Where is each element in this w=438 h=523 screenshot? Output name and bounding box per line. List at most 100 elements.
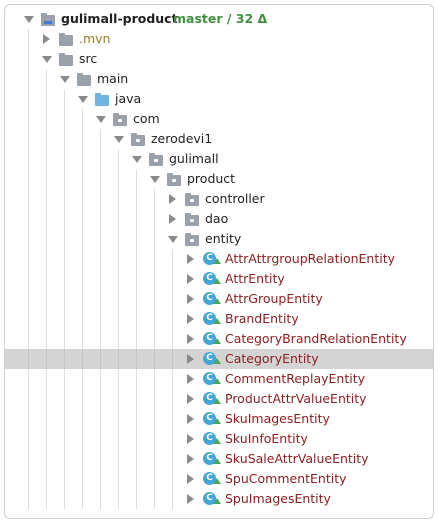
chevron-right-icon[interactable] xyxy=(169,194,176,204)
indent-guide xyxy=(118,309,119,329)
package-icon xyxy=(167,173,181,186)
chevron-down-icon[interactable] xyxy=(24,16,34,23)
tree-node-label: AttrGroupEntity xyxy=(225,291,323,306)
indent-guide xyxy=(136,329,137,349)
tree-node-attr-entity[interactable]: C AttrEntity xyxy=(5,269,433,289)
chevron-right-icon[interactable] xyxy=(187,314,194,324)
indent-guide xyxy=(154,429,155,449)
indent-guide xyxy=(154,189,155,209)
indent-guide xyxy=(46,349,47,369)
indent-guide xyxy=(64,429,65,449)
indent-guide xyxy=(136,449,137,469)
package-icon xyxy=(185,193,199,206)
tree-node-dao[interactable]: dao xyxy=(5,209,433,229)
tree-node-brand-entity[interactable]: C BrandEntity xyxy=(5,309,433,329)
indent-guide xyxy=(82,409,83,429)
chevron-right-icon[interactable] xyxy=(169,214,176,224)
chevron-down-icon[interactable] xyxy=(132,156,142,163)
chevron-down-icon[interactable] xyxy=(150,176,160,183)
tree-node-comment-replay-entity[interactable]: C CommentReplayEntity xyxy=(5,369,433,389)
indent-guide xyxy=(64,169,65,189)
tree-node-product-attr-value-entity[interactable]: C ProductAttrValueEntity xyxy=(5,389,433,409)
tree-node-sku-images-entity[interactable]: C SkuImagesEntity xyxy=(5,409,433,429)
chevron-down-icon[interactable] xyxy=(42,56,52,63)
indent-guide xyxy=(172,349,173,369)
tree-node-main[interactable]: main xyxy=(5,69,433,89)
indent-guide xyxy=(46,249,47,269)
chevron-right-icon[interactable] xyxy=(187,274,194,284)
tree-node-product[interactable]: product xyxy=(5,169,433,189)
indent-guide xyxy=(46,469,47,489)
indent-guide xyxy=(28,89,29,109)
indent-guide xyxy=(100,289,101,309)
indent-guide xyxy=(154,409,155,429)
spring-bean-badge-icon xyxy=(213,398,221,404)
spring-bean-badge-icon xyxy=(213,258,221,264)
tree-node-label: gulimall xyxy=(169,151,219,166)
chevron-right-icon[interactable] xyxy=(187,294,194,304)
chevron-right-icon[interactable] xyxy=(187,434,194,444)
tree-node-label: AttrEntity xyxy=(225,271,285,286)
tree-node-spu-images-entity[interactable]: C SpuImagesEntity xyxy=(5,489,433,509)
tree-node-spu-comment-entity[interactable]: C SpuCommentEntity xyxy=(5,469,433,489)
indent-guide xyxy=(154,249,155,269)
indent-guide xyxy=(82,309,83,329)
chevron-down-icon[interactable] xyxy=(114,136,124,143)
spring-bean-badge-icon xyxy=(213,318,221,324)
chevron-right-icon[interactable] xyxy=(187,354,194,364)
indent-guide xyxy=(64,369,65,389)
chevron-right-icon[interactable] xyxy=(187,414,194,424)
chevron-right-icon[interactable] xyxy=(187,454,194,464)
indent-guide xyxy=(46,209,47,229)
tree-node-sku-info-entity[interactable]: C SkuInfoEntity xyxy=(5,429,433,449)
indent-guide xyxy=(136,369,137,389)
indent-guide xyxy=(28,229,29,249)
indent-guide xyxy=(154,449,155,469)
chevron-right-icon[interactable] xyxy=(187,394,194,404)
chevron-right-icon[interactable] xyxy=(43,34,50,44)
tree-node-gulimall-product[interactable]: gulimall-product master / 32 Δ xyxy=(5,9,433,29)
indent-guide xyxy=(136,429,137,449)
tree-node-label: entity xyxy=(205,231,242,246)
chevron-right-icon[interactable] xyxy=(187,254,194,264)
package-icon xyxy=(149,153,163,166)
indent-guide xyxy=(100,349,101,369)
indent-guide xyxy=(154,489,155,509)
chevron-down-icon[interactable] xyxy=(78,96,88,103)
tree-node-zerodevi1[interactable]: zerodevi1 xyxy=(5,129,433,149)
tree-node-attr-group-entity[interactable]: C AttrGroupEntity xyxy=(5,289,433,309)
chevron-down-icon[interactable] xyxy=(168,236,178,243)
indent-guide xyxy=(172,389,173,409)
indent-guide xyxy=(28,269,29,289)
chevron-down-icon[interactable] xyxy=(60,76,70,83)
indent-guide xyxy=(64,269,65,289)
indent-guide xyxy=(28,149,29,169)
tree-node-controller[interactable]: controller xyxy=(5,189,433,209)
chevron-down-icon[interactable] xyxy=(96,116,106,123)
indent-guide xyxy=(100,489,101,509)
tree-node-category-brand-relation-entity[interactable]: C CategoryBrandRelationEntity xyxy=(5,329,433,349)
tree-node-entity[interactable]: entity xyxy=(5,229,433,249)
indent-guide xyxy=(100,189,101,209)
chevron-right-icon[interactable] xyxy=(187,494,194,504)
tree-node-attr-attrgroup-relation-entity[interactable]: C AttrAttrgroupRelationEntity xyxy=(5,249,433,269)
tree-node-mvn[interactable]: .mvn xyxy=(5,29,433,49)
chevron-right-icon[interactable] xyxy=(187,474,194,484)
indent-guide xyxy=(82,289,83,309)
tree-node-label: SpuCommentEntity xyxy=(225,471,347,486)
tree-node-src[interactable]: src xyxy=(5,49,433,69)
chevron-right-icon[interactable] xyxy=(187,334,194,344)
indent-guide xyxy=(100,429,101,449)
tree-node-category-entity[interactable]: C CategoryEntity xyxy=(5,349,433,369)
indent-guide xyxy=(118,389,119,409)
spring-bean-badge-icon xyxy=(213,278,221,284)
tree-node-gulimall[interactable]: gulimall xyxy=(5,149,433,169)
chevron-right-icon[interactable] xyxy=(187,374,194,384)
tree-node-label: SkuSaleAttrValueEntity xyxy=(225,451,369,466)
indent-guide xyxy=(64,149,65,169)
tree-node-sku-sale-attr-value-entity[interactable]: C SkuSaleAttrValueEntity xyxy=(5,449,433,469)
indent-guide xyxy=(82,169,83,189)
tree-node-com[interactable]: com xyxy=(5,109,433,129)
tree-node-java[interactable]: java xyxy=(5,89,433,109)
indent-guide xyxy=(100,369,101,389)
